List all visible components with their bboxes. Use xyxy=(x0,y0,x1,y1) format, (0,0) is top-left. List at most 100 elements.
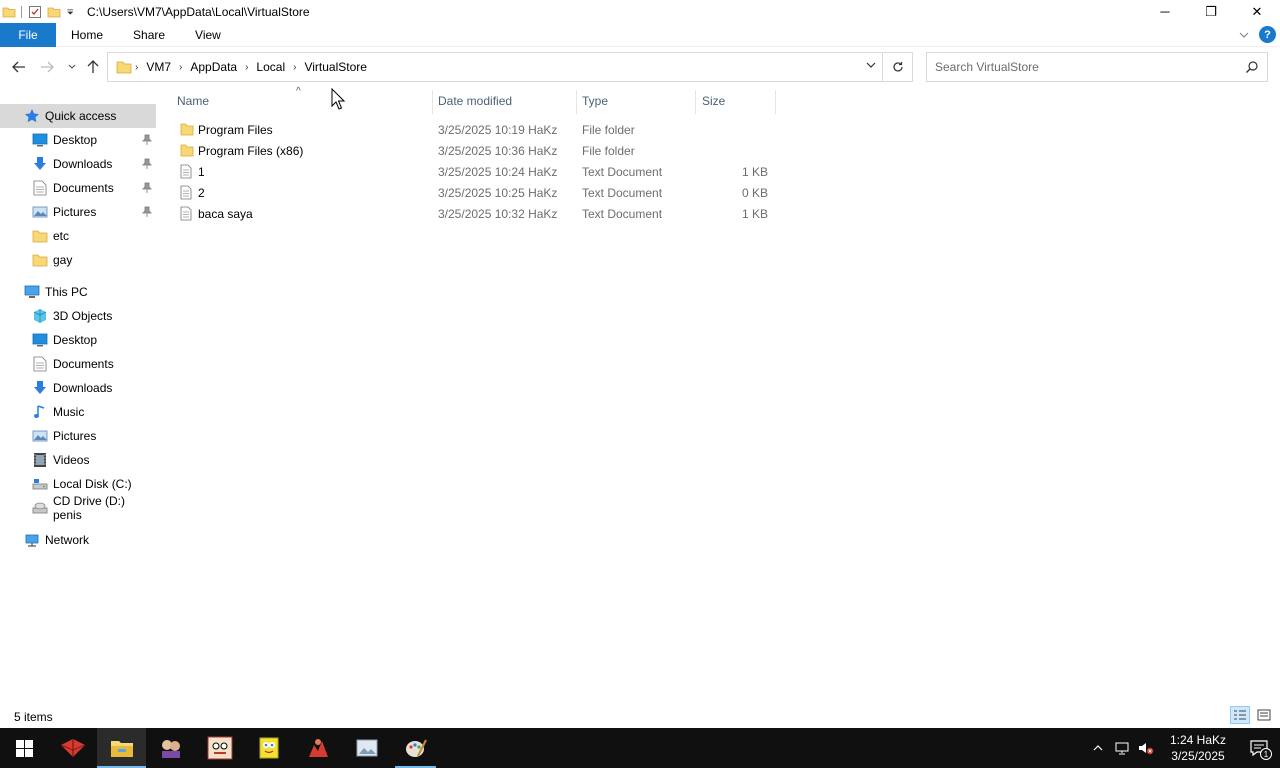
tab-view[interactable]: View xyxy=(180,23,236,47)
file-row[interactable]: Program Files (x86) 3/25/2025 10:36 HaKz F… xyxy=(170,141,780,162)
large-icons-view-button[interactable] xyxy=(1254,706,1274,724)
nav-item-downloads[interactable]: Downloads xyxy=(0,152,156,176)
column-header-date[interactable]: Date modified xyxy=(438,88,578,114)
nav-label: Desktop xyxy=(53,133,98,147)
column-divider[interactable] xyxy=(775,90,776,114)
nav-item-videos[interactable]: Videos xyxy=(0,448,156,472)
taskbar-app-red-figure[interactable] xyxy=(293,728,342,768)
search-icon[interactable] xyxy=(1245,60,1259,74)
action-center-button[interactable]: 1 xyxy=(1238,728,1280,768)
expand-ribbon-icon[interactable] xyxy=(1239,30,1249,40)
nav-item-3d-objects[interactable]: 3D Objects xyxy=(0,304,156,328)
column-divider[interactable] xyxy=(695,90,696,114)
nav-item-cd-drive-d-penis[interactable]: CD Drive (D:) penis xyxy=(0,494,156,522)
column-header-label: Type xyxy=(582,94,609,108)
breadcrumb-separator[interactable]: › xyxy=(176,62,185,73)
help-button[interactable]: ? xyxy=(1259,26,1276,43)
minimize-button[interactable]: ─ xyxy=(1142,0,1188,23)
file-row[interactable]: Program Files 3/25/2025 10:19 HaKz File fo… xyxy=(170,120,780,141)
file-row[interactable]: 1 3/25/2025 10:24 HaKz Text Document 1 KB xyxy=(170,162,780,183)
refresh-button[interactable] xyxy=(882,53,912,81)
taskbar-app-characters[interactable] xyxy=(146,728,195,768)
nav-network[interactable]: Network xyxy=(0,528,156,552)
nav-item-music[interactable]: Music xyxy=(0,400,156,424)
breadcrumb-vm7[interactable]: VM7 xyxy=(141,60,176,74)
up-button[interactable] xyxy=(83,58,103,76)
file-type: Text Document xyxy=(582,207,663,221)
breadcrumb-separator[interactable]: › xyxy=(132,62,141,73)
address-history-icon[interactable] xyxy=(866,60,876,70)
column-header-size[interactable]: Size xyxy=(702,88,772,114)
recent-locations-button[interactable] xyxy=(62,58,82,76)
maximize-button[interactable]: ❐ xyxy=(1188,0,1234,23)
red-figure-app-icon xyxy=(308,739,328,757)
search-input[interactable] xyxy=(935,60,1235,74)
nav-item-etc[interactable]: etc xyxy=(0,224,156,248)
taskbar-clock[interactable]: 1:24 HaKz 3/25/2025 xyxy=(1158,732,1238,764)
breadcrumb-appdata[interactable]: AppData xyxy=(185,60,242,74)
address-bar[interactable]: › VM7 › AppData › Local › VirtualStore xyxy=(107,52,913,82)
file-size: 1 KB xyxy=(741,165,768,179)
tab-home[interactable]: Home xyxy=(56,23,118,47)
file-type: Text Document xyxy=(582,186,663,200)
nav-item-documents[interactable]: Documents xyxy=(0,352,156,376)
nav-quick-access[interactable]: Quick access xyxy=(0,104,156,128)
column-header-label: Size xyxy=(702,94,726,108)
tab-file[interactable]: File xyxy=(0,22,56,47)
nav-this-pc[interactable]: This PC xyxy=(0,280,156,304)
breadcrumb-local[interactable]: Local xyxy=(251,60,290,74)
volume-button[interactable] xyxy=(1134,728,1158,768)
folder-icon xyxy=(2,7,16,17)
properties-icon[interactable] xyxy=(28,5,42,19)
cd-drive-icon xyxy=(32,500,48,516)
back-button[interactable] xyxy=(9,58,29,76)
network-status-button[interactable] xyxy=(1110,728,1134,768)
nav-item-documents[interactable]: Documents xyxy=(0,176,156,200)
taskbar-app-file-explorer[interactable] xyxy=(97,728,146,768)
search-box[interactable] xyxy=(926,52,1268,82)
file-name: 1 xyxy=(198,165,205,179)
videos-icon xyxy=(32,452,48,468)
forward-button[interactable] xyxy=(37,58,57,76)
column-divider[interactable] xyxy=(432,90,433,114)
nav-item-local-disk-c[interactable]: Local Disk (C:) xyxy=(0,472,156,496)
local-disk-icon xyxy=(32,476,48,492)
details-view-button[interactable] xyxy=(1230,706,1250,724)
customize-toolbar-icon[interactable] xyxy=(66,5,76,19)
clock-date: 3/25/2025 xyxy=(1171,749,1225,763)
file-type: Text Document xyxy=(582,165,663,179)
column-header-name[interactable]: Name xyxy=(177,88,427,114)
nav-item-desktop[interactable]: Desktop xyxy=(0,328,156,352)
taskbar-app-image-viewer[interactable] xyxy=(342,728,391,768)
show-hidden-icons-button[interactable] xyxy=(1086,728,1110,768)
file-row[interactable]: baca saya 3/25/2025 10:32 HaKz Text Docume… xyxy=(170,204,780,225)
taskbar-app-sponge[interactable] xyxy=(244,728,293,768)
folder-icon xyxy=(116,61,132,74)
taskbar-app-cartoon-face[interactable] xyxy=(195,728,244,768)
breadcrumb-separator[interactable]: › xyxy=(290,62,299,73)
network-icon xyxy=(24,532,40,548)
start-button[interactable] xyxy=(0,728,48,768)
file-date-modified: 3/25/2025 10:24 HaKz xyxy=(438,165,558,179)
taskbar-app-paint[interactable] xyxy=(391,728,440,768)
nav-label: CD Drive (D:) penis xyxy=(53,494,125,522)
taskbar-app-red-cube[interactable] xyxy=(48,728,97,768)
file-size: 1 KB xyxy=(741,207,768,221)
breadcrumb-separator[interactable]: › xyxy=(242,62,251,73)
new-folder-icon[interactable] xyxy=(47,5,61,19)
nav-item-gay[interactable]: gay xyxy=(0,248,156,272)
tab-share[interactable]: Share xyxy=(118,23,180,47)
nav-item-pictures[interactable]: Pictures xyxy=(0,200,156,224)
column-header-type[interactable]: Type xyxy=(582,88,692,114)
file-explorer-icon xyxy=(110,741,133,757)
nav-item-pictures[interactable]: Pictures xyxy=(0,424,156,448)
file-row[interactable]: 2 3/25/2025 10:25 HaKz Text Document 0 KB xyxy=(170,183,780,204)
nav-label: Videos xyxy=(53,453,90,467)
close-button[interactable]: ✕ xyxy=(1234,0,1280,23)
nav-item-desktop[interactable]: Desktop xyxy=(0,128,156,152)
breadcrumb-virtualstore[interactable]: VirtualStore xyxy=(299,60,371,74)
nav-item-downloads[interactable]: Downloads xyxy=(0,376,156,400)
file-date-modified: 3/25/2025 10:25 HaKz xyxy=(438,186,558,200)
column-divider[interactable] xyxy=(576,90,577,114)
this-pc-icon xyxy=(24,284,40,300)
